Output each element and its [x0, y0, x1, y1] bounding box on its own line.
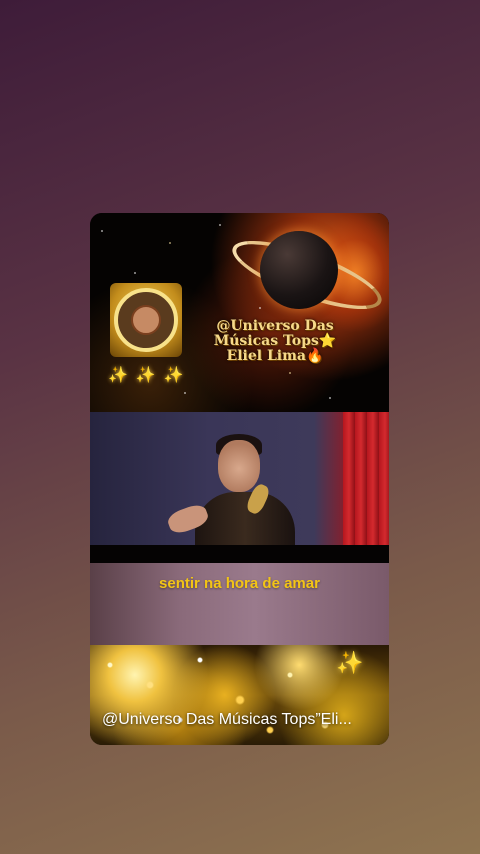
space-banner-image: ✨ ✨ ✨ @Universo Das Músicas Tops⭐ Eliel Li…	[90, 213, 389, 412]
brand-line-2: Músicas Tops⭐	[213, 333, 337, 349]
channel-logo	[110, 283, 182, 357]
red-curtain	[343, 412, 389, 545]
performer-body	[195, 492, 295, 552]
avatar	[131, 305, 161, 335]
lyric-text: sentir na hora de amar	[159, 575, 320, 592]
brand-line-1: @Universo Das	[216, 318, 334, 334]
sparkles-icon: ✨ ✨ ✨	[108, 367, 188, 384]
planet-icon	[260, 231, 338, 309]
brand-line-3: Eliel Lima🔥	[226, 348, 324, 364]
story-card[interactable]: ✨ ✨ ✨ @Universo Das Músicas Tops⭐ Eliel Li…	[90, 213, 389, 745]
channel-brand-text: @Universo Das Músicas Tops⭐ Eliel Lima🔥	[190, 319, 360, 364]
performer-head	[218, 440, 260, 492]
sparkle-icon: ✨	[336, 650, 364, 675]
performer-video-frame[interactable]	[90, 412, 389, 552]
story-caption[interactable]: @Universo Das Músicas Tops”Eli...	[102, 711, 382, 729]
divider	[90, 545, 389, 563]
